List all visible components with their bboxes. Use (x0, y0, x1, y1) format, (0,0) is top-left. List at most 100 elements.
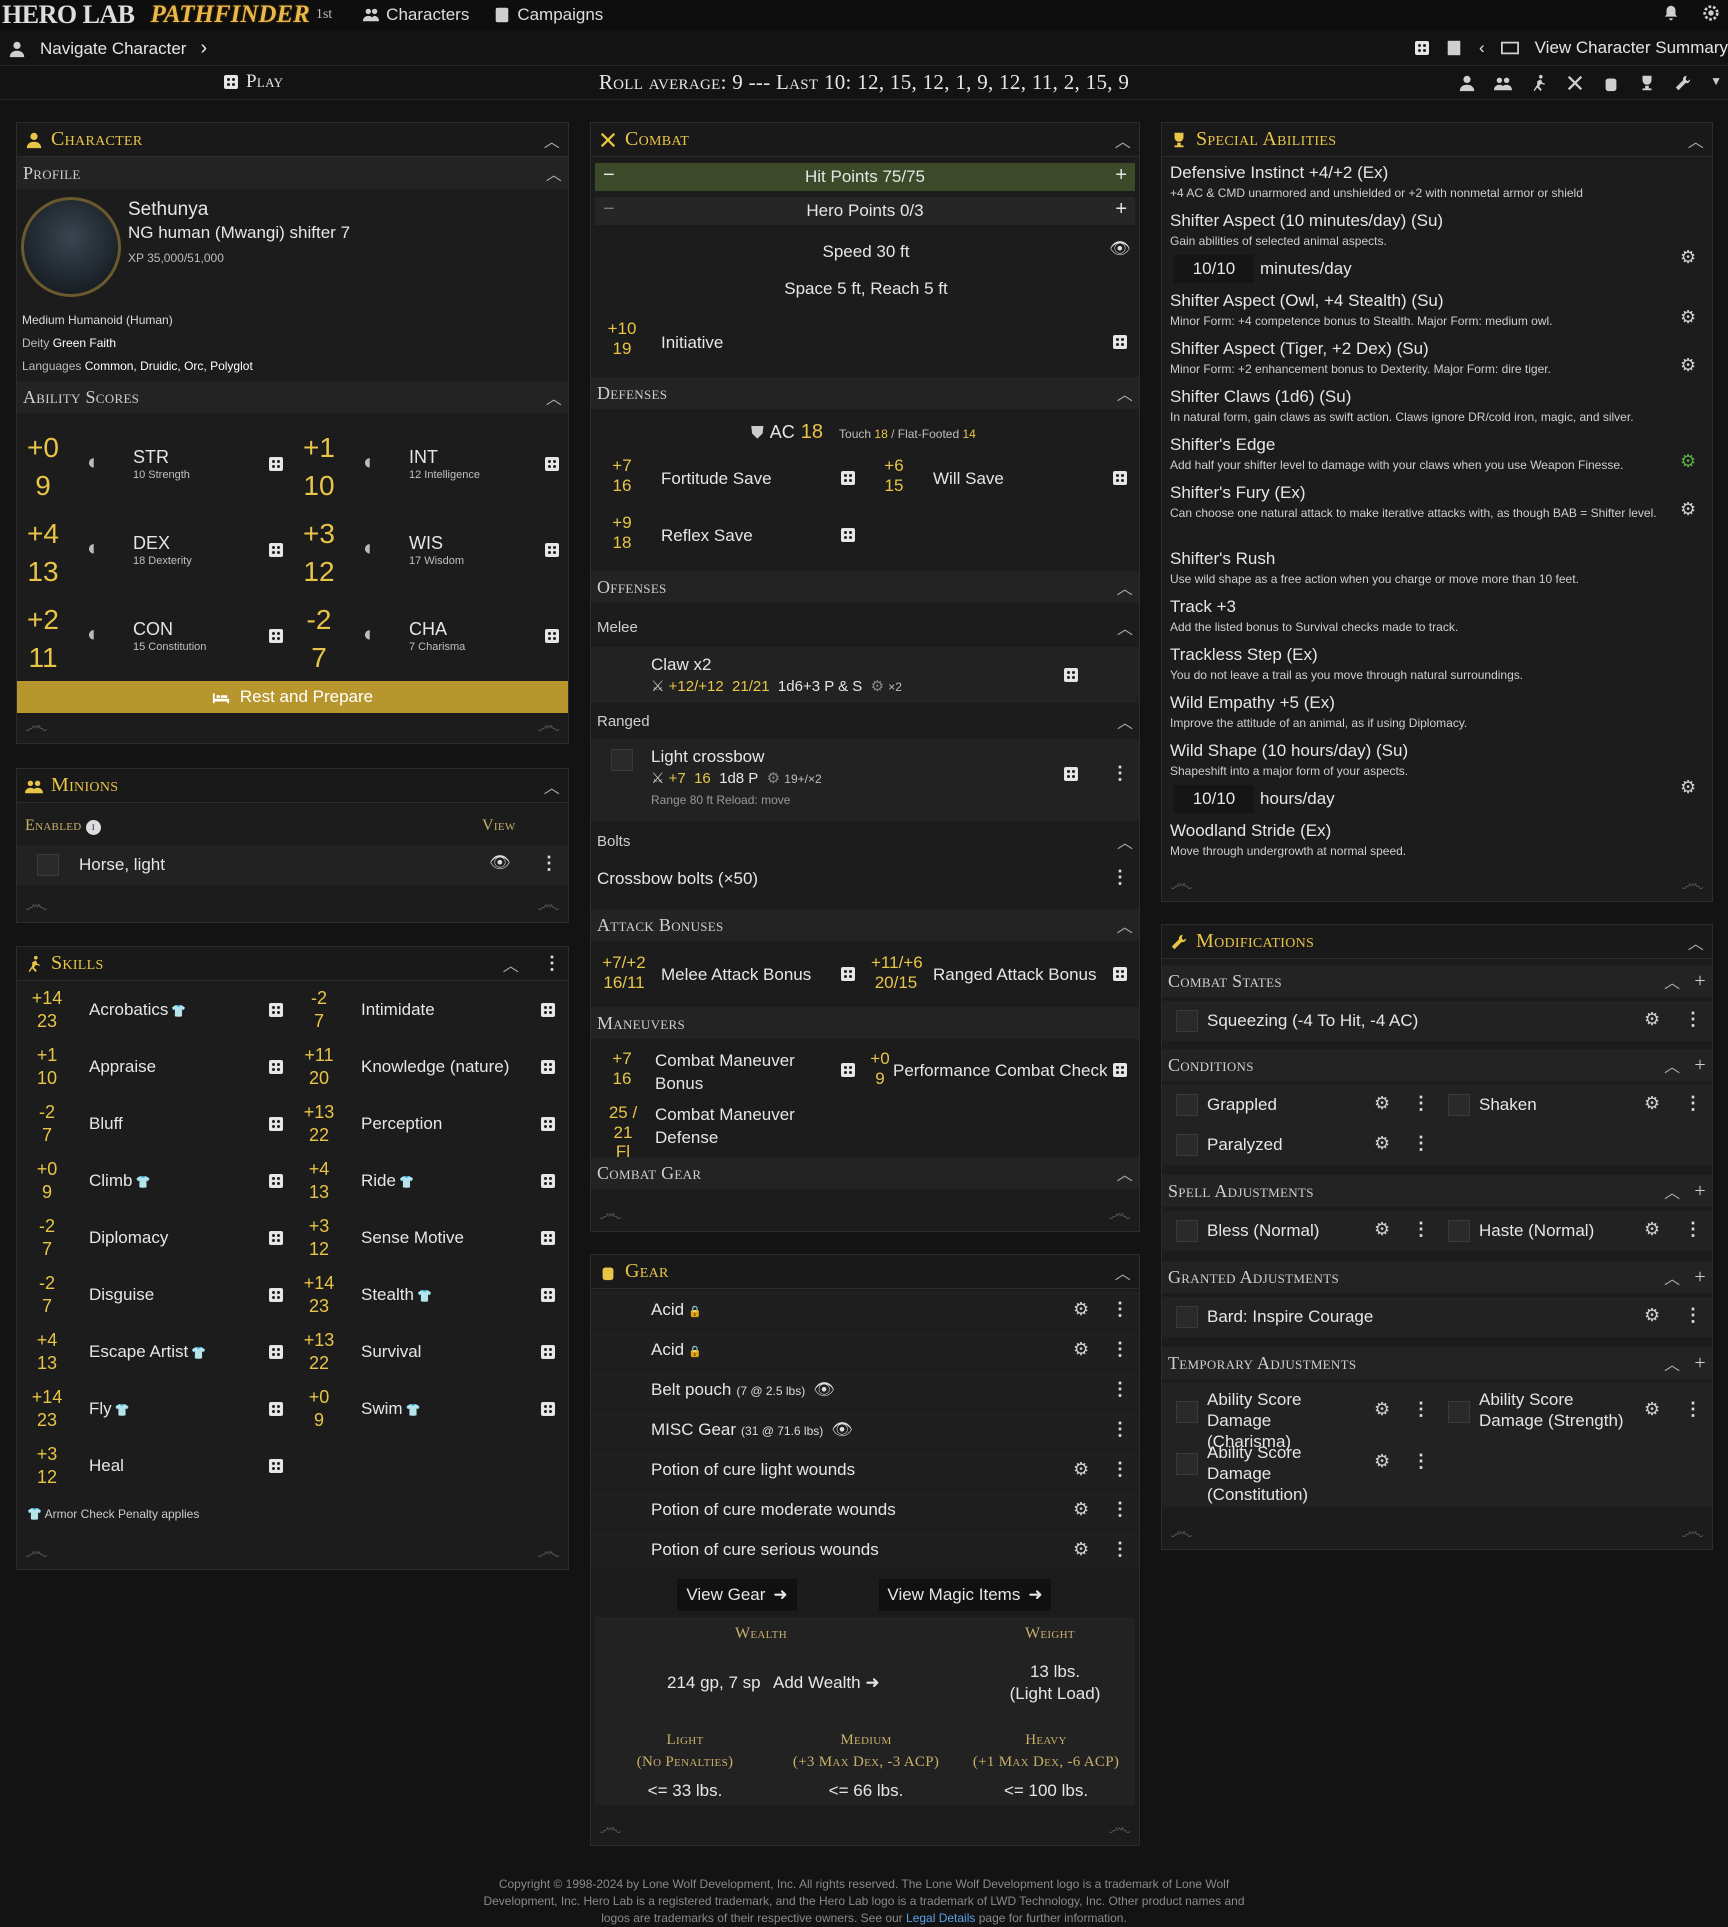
plus-icon[interactable]: + (1694, 970, 1706, 993)
bell-icon[interactable] (1662, 4, 1680, 22)
inspire-checkbox[interactable] (1176, 1306, 1198, 1328)
play-button[interactable]: Play (224, 71, 283, 93)
chevron-up-icon[interactable]: ︿ (1117, 381, 1133, 405)
combat-gear-header[interactable]: Combat Gear ︿ (591, 1157, 1139, 1189)
gear-icon[interactable]: ⚙ (1644, 1093, 1660, 1114)
dice-icon[interactable] (1113, 1063, 1127, 1077)
more-menu-icon[interactable]: ⋮ (540, 853, 558, 874)
hit-points-bar[interactable]: − Hit Points 75/75 + (595, 163, 1135, 191)
skill-row[interactable]: +13 22 Perception (289, 1097, 565, 1152)
gear-item[interactable]: Acid 🔒 ⚙ ⋮ (591, 1291, 1139, 1329)
special-ability-item[interactable]: Wild Empathy +5 (Ex) Improve the attitude… (1162, 691, 1712, 739)
skill-row[interactable]: +11 20 Knowledge (nature) (289, 1040, 565, 1095)
plus-icon[interactable]: + (1115, 164, 1127, 187)
gear-icon[interactable]: ⚙ (1073, 1459, 1089, 1480)
dice-icon[interactable] (269, 1231, 283, 1245)
plus-icon[interactable]: + (1694, 1180, 1706, 1203)
herolab-logo[interactable]: HERO LAB (2, 0, 135, 30)
plus-icon[interactable]: + (1694, 1054, 1706, 1077)
pathfinder-logo[interactable]: PATHFINDER (151, 1, 310, 29)
gear-icon[interactable]: ⚙ (1680, 355, 1696, 376)
skill-row[interactable]: +3 12 Heal (17, 1439, 293, 1494)
gear-item[interactable]: Potion of cure serious wounds ⚙ ⋮ (591, 1531, 1139, 1569)
skill-row[interactable]: +4 13 Escape Artist 👕 (17, 1325, 293, 1380)
nav-campaigns[interactable]: Campaigns (493, 5, 603, 25)
more-menu-icon[interactable]: ⋮ (1684, 1093, 1702, 1114)
combat-header[interactable]: Combat ︿ (591, 123, 1139, 157)
minions-header[interactable]: Minions ︿ (17, 769, 568, 803)
crossbow-row[interactable]: Light crossbow ⚔ +7 16 1d8 P ⚙ 19+/×2 Ra… (591, 739, 1139, 821)
eye-icon[interactable]: 👁 (831, 1420, 853, 1439)
bless-checkbox[interactable] (1176, 1220, 1198, 1242)
dice-icon[interactable] (1113, 967, 1127, 981)
skill-row[interactable]: +13 22 Survival (289, 1325, 565, 1380)
skill-row[interactable]: +14 23 Acrobatics 👕 (17, 983, 293, 1038)
character-header[interactable]: Character ︿ (17, 123, 568, 157)
combat-states-header[interactable]: Combat States ︿ + (1162, 965, 1712, 997)
more-menu-icon[interactable]: ⋮ (1111, 1539, 1129, 1560)
more-menu-icon[interactable]: ⋮ (1684, 1305, 1702, 1326)
bolts-header[interactable]: Bolts ︿ (591, 825, 1139, 857)
grappled-checkbox[interactable] (1176, 1094, 1198, 1116)
chevron-up-icon[interactable]: ︿ (544, 774, 560, 798)
paralyzed-checkbox[interactable] (1176, 1134, 1198, 1156)
backpack-icon[interactable] (1602, 74, 1620, 92)
chevron-up-icon[interactable]: ︿ (1117, 913, 1133, 937)
more-menu-icon[interactable]: ⋮ (1111, 1459, 1129, 1480)
chevron-left-icon[interactable]: ‹ (1479, 38, 1485, 58)
special-ability-item[interactable]: Shifter's Rush Use wild shape as a free a… (1162, 547, 1712, 595)
spell-adjustments-header[interactable]: Spell Adjustments ︿ + (1162, 1175, 1712, 1207)
gear-icon[interactable]: ⚙ (1374, 1451, 1390, 1472)
dice-icon[interactable] (1113, 335, 1127, 349)
dice-icon[interactable] (541, 1402, 555, 1416)
chevron-up-icon[interactable]: ︿ (1117, 709, 1133, 733)
skill-row[interactable]: +4 13 Ride 👕 (289, 1154, 565, 1209)
skill-row[interactable]: -2 7 Diplomacy (17, 1211, 293, 1266)
more-menu-icon[interactable]: ⋮ (1412, 1219, 1430, 1240)
special-ability-item[interactable]: Woodland Stride (Ex) Move through undergr… (1162, 819, 1712, 867)
chevron-up-icon[interactable]: ︿ (546, 161, 562, 185)
dice-icon[interactable] (269, 1174, 283, 1188)
running-icon[interactable] (1530, 74, 1548, 92)
chevron-up-icon[interactable]: ︿ (1115, 1260, 1131, 1284)
eye-icon[interactable]: 👁 (1109, 239, 1131, 259)
eye-icon[interactable]: 👁 (813, 1380, 835, 1399)
gear-item[interactable]: MISC Gear (31 @ 71.6 lbs) 👁 ⋮ (591, 1411, 1139, 1449)
more-menu-icon[interactable]: ⋮ (543, 953, 561, 974)
offenses-header[interactable]: Offenses ︿ (591, 571, 1139, 603)
chevron-up-icon[interactable]: ︿ (1664, 1265, 1680, 1289)
more-menu-icon[interactable]: ⋮ (1412, 1399, 1430, 1420)
dice-icon[interactable] (1064, 668, 1078, 682)
special-ability-item[interactable]: Shifter Aspect (Tiger, +2 Dex) (Su) Minor… (1162, 337, 1712, 385)
profile-header[interactable]: Profile ︿ (17, 157, 568, 189)
dice-icon[interactable] (269, 1345, 283, 1359)
plus-icon[interactable]: + (1694, 1266, 1706, 1289)
chevron-up-icon[interactable]: ︿ (1688, 930, 1704, 954)
more-menu-icon[interactable]: ⋮ (1412, 1093, 1430, 1114)
sheet-icon[interactable] (1445, 39, 1463, 57)
dice-icon[interactable] (269, 1060, 283, 1074)
ability-cha[interactable]: -2 7 ◐ CHA 7 Charisma (293, 595, 563, 679)
chevron-up-icon[interactable]: ︿ (1117, 615, 1133, 639)
skill-row[interactable]: +0 9 Climb 👕 (17, 1154, 293, 1209)
chevron-up-icon[interactable]: ︿ (1664, 1053, 1680, 1077)
navigate-character[interactable]: Navigate Character › (8, 37, 207, 60)
chevron-up-icon[interactable]: ︿ (1688, 128, 1704, 152)
ability-int[interactable]: +1 10 ◐ INT 12 Intelligence (293, 423, 563, 507)
attack-bonuses-header[interactable]: Attack Bonuses ︿ (591, 909, 1139, 941)
skill-row[interactable]: -2 7 Intimidate (289, 983, 565, 1038)
more-menu-icon[interactable]: ⋮ (1684, 1009, 1702, 1030)
add-wealth-button[interactable]: Add Wealth ➜ (773, 1673, 880, 1693)
gear-icon[interactable] (1702, 4, 1720, 22)
more-menu-icon[interactable]: ⋮ (1111, 1499, 1129, 1520)
hero-points-bar[interactable]: − Hero Points 0/3 + (595, 197, 1135, 225)
dice-icon[interactable] (541, 1288, 555, 1302)
chevron-up-icon[interactable]: ︿ (546, 385, 562, 409)
dice-icon[interactable] (541, 1345, 555, 1359)
special-abilities-header[interactable]: Special Abilities ︿ (1162, 123, 1712, 157)
more-menu-icon[interactable]: ⋮ (1111, 1379, 1129, 1400)
gear-icon[interactable]: ⚙ (1374, 1093, 1390, 1114)
dice-icon[interactable] (541, 1060, 555, 1074)
dice-icon[interactable] (841, 1063, 855, 1077)
chevron-up-icon[interactable]: ︿ (1117, 829, 1133, 853)
